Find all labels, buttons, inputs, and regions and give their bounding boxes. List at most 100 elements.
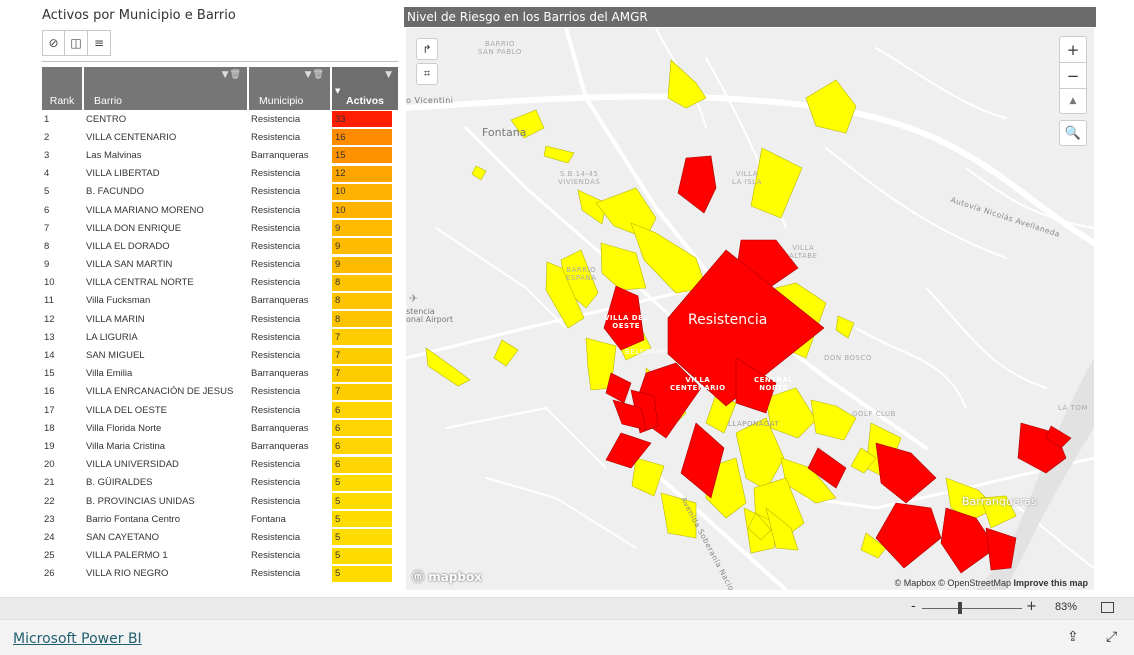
cell-municipio: Resistencia bbox=[251, 240, 301, 252]
filter-icon[interactable]: ▼ bbox=[385, 70, 393, 80]
cell-municipio: Resistencia bbox=[251, 386, 301, 398]
filter-icon[interactable]: ▼🗑 bbox=[222, 70, 242, 80]
zoom-in-button[interactable]: + bbox=[1059, 36, 1087, 62]
cell-rank: 4 bbox=[44, 168, 50, 180]
cell-rank: 13 bbox=[44, 331, 55, 343]
filter-icon[interactable]: ▼🗑 bbox=[305, 70, 325, 80]
table-row[interactable]: 17 VILLA DEL OESTE Resistencia 6 bbox=[42, 401, 398, 419]
zoom-slider[interactable] bbox=[922, 608, 1022, 609]
cell-activos: 33 bbox=[332, 111, 392, 128]
col-header-rank[interactable]: Rank bbox=[42, 67, 84, 110]
cell-municipio: Barranqueras bbox=[251, 440, 309, 452]
table-row[interactable]: 6 VILLA MARIANO MORENO Resistencia 10 bbox=[42, 201, 398, 219]
table-row[interactable]: 18 Villa Florida Norte Barranqueras 6 bbox=[42, 419, 398, 437]
cell-barrio: VILLA EL DORADO bbox=[86, 240, 170, 252]
col-header-barrio[interactable]: ▼🗑 Barrio bbox=[84, 67, 249, 110]
divider bbox=[42, 61, 398, 62]
table-row[interactable]: 16 VILLA ENRCANACIÓN DE JESUS Resistencia 7 bbox=[42, 383, 398, 401]
table-view-icon[interactable]: ◫ bbox=[65, 30, 88, 56]
table-row[interactable]: 12 VILLA MARIN Resistencia 8 bbox=[42, 310, 398, 328]
table-row[interactable]: 20 VILLA UNIVERSIDAD Resistencia 6 bbox=[42, 456, 398, 474]
table-row[interactable]: 13 LA LIGURIA Resistencia 7 bbox=[42, 328, 398, 346]
cell-activos: 5 bbox=[332, 493, 392, 510]
table-row[interactable]: 7 VILLA DON ENRIQUE Resistencia 9 bbox=[42, 219, 398, 237]
table-row[interactable]: 15 Villa Emilia Barranqueras 7 bbox=[42, 365, 398, 383]
cell-barrio: VILLA SAN MARTIN bbox=[86, 259, 173, 271]
cell-barrio: VILLA CENTENARIO bbox=[86, 131, 177, 143]
cell-barrio: VILLA LIBERTAD bbox=[86, 168, 160, 180]
cell-municipio: Resistencia bbox=[251, 113, 301, 125]
lasso-select-icon[interactable]: ⌗ bbox=[416, 63, 438, 85]
cell-rank: 8 bbox=[44, 240, 50, 252]
mapbox-logo[interactable]: ⓜ mapbox bbox=[412, 568, 482, 585]
cell-rank: 20 bbox=[44, 459, 55, 471]
zoom-out-button[interactable]: − bbox=[1059, 62, 1087, 88]
list-filter-icon[interactable]: ≡ bbox=[88, 30, 111, 56]
cell-activos: 9 bbox=[332, 256, 392, 273]
map-visual[interactable]: ✈ BARRIO SAN PABLO o Vicentini Fontana S.… bbox=[406, 28, 1094, 590]
cell-barrio: VILLA MARIN bbox=[86, 313, 145, 325]
table-row[interactable]: 9 VILLA SAN MARTIN Resistencia 9 bbox=[42, 256, 398, 274]
table-header: Rank ▼🗑 Barrio ▼🗑 Municipio ▼ ▼ Activos bbox=[42, 67, 398, 110]
table-row[interactable]: 19 Villa Maria Cristina Barranqueras 6 bbox=[42, 437, 398, 455]
cell-activos: 6 bbox=[332, 456, 392, 473]
cell-municipio: Resistencia bbox=[251, 313, 301, 325]
cell-barrio: VILLA UNIVERSIDAD bbox=[86, 459, 179, 471]
cell-barrio: B. PROVINCIAS UNIDAS bbox=[86, 495, 195, 507]
cell-municipio: Barranqueras bbox=[251, 149, 309, 161]
table-row[interactable]: 5 B. FACUNDO Resistencia 10 bbox=[42, 183, 398, 201]
table-row[interactable]: 23 Barrio Fontana Centro Fontana 5 bbox=[42, 510, 398, 528]
footer: Microsoft Power BI ⇪ ⤢ bbox=[0, 619, 1134, 655]
cell-barrio: Villa Fucksman bbox=[86, 295, 151, 307]
fullscreen-icon[interactable]: ⤢ bbox=[1106, 629, 1117, 645]
col-header-municipio[interactable]: ▼🗑 Municipio bbox=[249, 67, 332, 110]
label-villa-la-isla: VILLA LA ISLA bbox=[732, 170, 762, 186]
cell-rank: 1 bbox=[44, 113, 50, 125]
cell-activos: 7 bbox=[332, 329, 392, 346]
cell-municipio: Resistencia bbox=[251, 204, 301, 216]
power-bi-link[interactable]: Microsoft Power BI bbox=[13, 631, 142, 647]
table-row[interactable]: 21 B. GÜIRALDES Resistencia 5 bbox=[42, 474, 398, 492]
label-barrio-san-pablo: BARRIO SAN PABLO bbox=[478, 40, 522, 56]
table-row[interactable]: 22 B. PROVINCIAS UNIDAS Resistencia 5 bbox=[42, 492, 398, 510]
cell-municipio: Resistencia bbox=[251, 131, 301, 143]
label-airport: stencia onal Airport bbox=[406, 307, 454, 324]
compass-button[interactable]: ▲ bbox=[1059, 88, 1087, 114]
fit-to-page-icon[interactable] bbox=[1101, 602, 1114, 613]
svg-text:✈: ✈ bbox=[409, 292, 418, 305]
improve-map-link[interactable]: Improve this map bbox=[1013, 578, 1088, 588]
zoom-slider-thumb[interactable] bbox=[958, 602, 962, 614]
cell-barrio: B. GÜIRALDES bbox=[86, 477, 153, 489]
cell-rank: 24 bbox=[44, 531, 55, 543]
table-row[interactable]: 1 CENTRO Resistencia 33 bbox=[42, 110, 398, 128]
share-icon[interactable]: ⇪ bbox=[1067, 629, 1079, 645]
zoom-plus-button[interactable]: + bbox=[1026, 599, 1037, 614]
table-row[interactable]: 2 VILLA CENTENARIO Resistencia 16 bbox=[42, 128, 398, 146]
cell-activos: 6 bbox=[332, 420, 392, 437]
table-row[interactable]: 10 VILLA CENTRAL NORTE Resistencia 8 bbox=[42, 274, 398, 292]
table-body: 1 CENTRO Resistencia 33 2 VILLA CENTENARIO Res… bbox=[42, 110, 398, 583]
search-icon[interactable]: 🔍 bbox=[1059, 120, 1087, 146]
cell-activos: 10 bbox=[332, 183, 392, 200]
cell-activos: 16 bbox=[332, 129, 392, 146]
table-row[interactable]: 25 VILLA PALERMO 1 Resistencia 5 bbox=[42, 547, 398, 565]
label-don-bosco: DON BOSCO bbox=[824, 354, 872, 362]
table-row[interactable]: 4 VILLA LIBERTAD Resistencia 12 bbox=[42, 165, 398, 183]
col-header-activos[interactable]: ▼ ▼ Activos bbox=[332, 67, 398, 110]
table-row[interactable]: 14 SAN MIGUEL Resistencia 7 bbox=[42, 346, 398, 364]
cell-rank: 2 bbox=[44, 131, 50, 143]
zoom-minus-button[interactable]: - bbox=[911, 599, 916, 614]
table-row[interactable]: 11 Villa Fucksman Barranqueras 8 bbox=[42, 292, 398, 310]
cell-activos: 5 bbox=[332, 511, 392, 528]
table-row[interactable]: 26 VILLA RIO NEGRO Resistencia 5 bbox=[42, 565, 398, 583]
table-row[interactable]: 8 VILLA EL DORADO Resistencia 9 bbox=[42, 237, 398, 255]
label-barranqueras: Barranqueras bbox=[962, 495, 1037, 508]
cell-rank: 5 bbox=[44, 186, 50, 198]
table-row[interactable]: 3 Las Malvinas Barranqueras 15 bbox=[42, 146, 398, 164]
label-villa-del-oeste: VILLA DEL OESTE bbox=[604, 314, 649, 330]
clear-filter-icon[interactable]: ⊘ bbox=[42, 30, 65, 56]
table-title: Activos por Municipio e Barrio bbox=[42, 8, 236, 23]
table-row[interactable]: 24 SAN CAYETANO Resistencia 5 bbox=[42, 528, 398, 546]
cell-municipio: Barranqueras bbox=[251, 295, 309, 307]
map-reset-icon[interactable]: ↱ bbox=[416, 38, 438, 60]
